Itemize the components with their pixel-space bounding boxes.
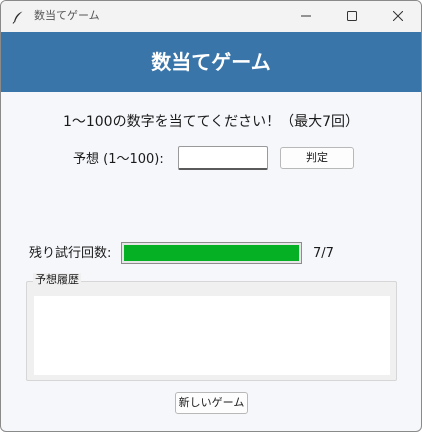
- window-title: 数当てゲーム: [34, 9, 100, 22]
- judge-button[interactable]: 判定: [280, 147, 354, 169]
- header-banner: 数当てゲーム: [1, 32, 421, 92]
- progress-fill: [124, 245, 299, 261]
- remaining-attempts-count: 7/7: [313, 246, 334, 261]
- remaining-attempts-label: 残り試行回数:: [29, 246, 112, 261]
- app-window: 数当てゲーム 数当てゲーム 1〜100の数字を当ててください！（最大7回） 予想…: [0, 0, 422, 432]
- guess-label: 予想 (1〜100):: [73, 152, 164, 167]
- close-button[interactable]: [375, 1, 421, 32]
- history-list[interactable]: [34, 296, 390, 375]
- feather-icon: [11, 9, 25, 24]
- minimize-icon: [301, 15, 311, 17]
- new-game-button[interactable]: 新しいゲーム: [175, 392, 248, 414]
- maximize-icon: [347, 11, 357, 21]
- minimize-button[interactable]: [283, 1, 329, 32]
- history-legend: 予想履歴: [33, 273, 81, 287]
- title-bar[interactable]: 数当てゲーム: [1, 1, 421, 32]
- remaining-attempts-progress-bar: [121, 242, 302, 264]
- instructions-text: 1〜100の数字を当ててください！（最大7回）: [62, 114, 360, 130]
- close-icon: [393, 11, 403, 21]
- page-title: 数当てゲーム: [151, 50, 271, 74]
- guess-input[interactable]: [178, 146, 268, 170]
- maximize-button[interactable]: [329, 1, 375, 32]
